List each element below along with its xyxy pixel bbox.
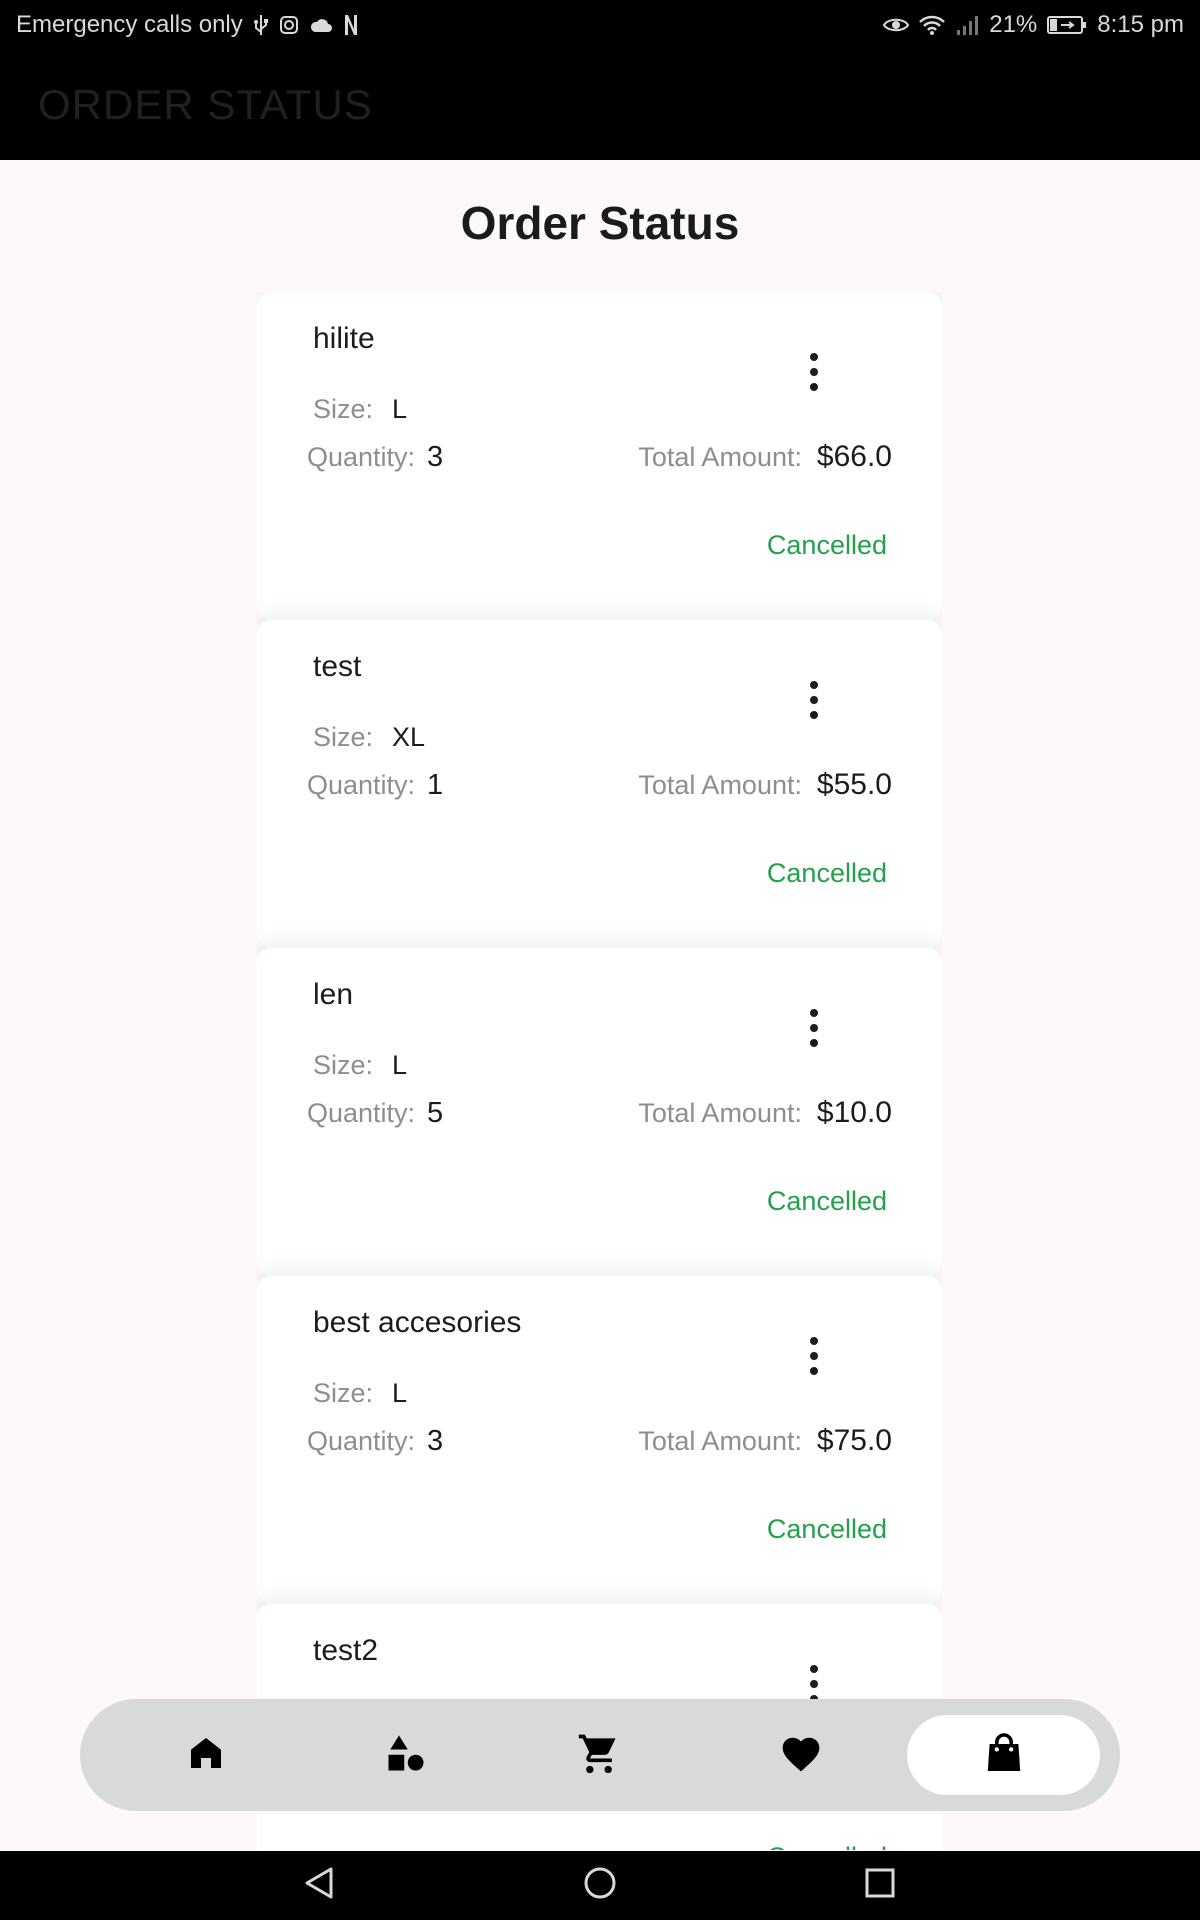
size-value: L (392, 1378, 408, 1408)
total-amount-value: $55.0 (816, 768, 892, 801)
order-status: Cancelled (767, 1842, 887, 1850)
page-title: Order Status (460, 197, 740, 249)
size-label: Size: (313, 1378, 374, 1408)
nav-cart[interactable] (529, 1699, 669, 1811)
order-card[interactable]: test Size: XL Quantity: 1 Total Amount: … (257, 620, 942, 948)
carrier-text: Emergency calls only (16, 11, 243, 38)
battery-icon (1047, 15, 1087, 35)
size-label: Size: (313, 722, 374, 752)
eye-icon (883, 16, 910, 34)
order-name: len (313, 978, 354, 1011)
recents-square-icon (864, 1867, 896, 1904)
quantity-label: Quantity: (307, 770, 416, 800)
order-name: test2 (313, 1634, 379, 1667)
cart-icon (577, 1731, 621, 1780)
quantity-label: Quantity: (307, 442, 416, 472)
wifi-icon (919, 15, 946, 35)
more-vertical-icon[interactable] (802, 1008, 826, 1048)
quantity-value: 3 (427, 1425, 444, 1457)
battery-percent: 21% (989, 11, 1038, 38)
back-triangle-icon (303, 1866, 337, 1905)
quantity-value: 5 (427, 1097, 444, 1129)
nav-orders[interactable] (907, 1715, 1100, 1795)
status-bar: Emergency calls only 21% 8:15 pm (0, 0, 1200, 50)
category-icon (385, 1732, 427, 1779)
instagram-icon (279, 15, 299, 35)
order-card[interactable]: len Size: L Quantity: 5 Total Amount: $1… (257, 948, 942, 1276)
size-value: L (392, 394, 408, 424)
order-name: test (313, 650, 362, 683)
total-amount-value: $75.0 (816, 1424, 892, 1457)
bottom-nav (80, 1699, 1120, 1811)
order-status: Cancelled (766, 1186, 887, 1216)
order-status: Cancelled (766, 1514, 887, 1544)
size-value: L (392, 1050, 408, 1080)
quantity-label: Quantity: (307, 1098, 416, 1128)
quantity-value: 3 (427, 441, 444, 473)
signal-icon (955, 14, 979, 36)
netflix-icon (343, 14, 359, 36)
total-amount-label: Total Amount: (638, 770, 802, 800)
order-name: hilite (313, 322, 375, 355)
cloud-icon (309, 17, 333, 33)
order-card[interactable]: hilite Size: L Quantity: 3 Total Amount:… (257, 292, 942, 620)
app-bar: ORDER STATUS (0, 50, 1200, 160)
total-amount-value: $66.0 (816, 440, 892, 473)
order-card[interactable]: best accesories Size: L Quantity: 3 Tota… (257, 1276, 942, 1604)
home-circle-icon (583, 1866, 617, 1905)
system-nav-bar (0, 1851, 1200, 1920)
more-vertical-icon[interactable] (802, 1664, 826, 1704)
heart-icon (779, 1732, 823, 1779)
status-bar-right: 21% 8:15 pm (883, 11, 1184, 39)
size-label: Size: (313, 1050, 374, 1080)
home-icon (186, 1733, 226, 1778)
order-status: Cancelled (766, 858, 887, 888)
app-bar-title: ORDER STATUS (38, 81, 373, 128)
more-vertical-icon[interactable] (802, 352, 826, 392)
order-list[interactable]: hilite Size: L Quantity: 3 Total Amount:… (257, 292, 942, 1850)
order-name: best accesories (313, 1306, 522, 1339)
recents-button[interactable] (840, 1851, 920, 1920)
quantity-value: 1 (427, 769, 444, 801)
clock-time: 8:15 pm (1097, 11, 1184, 38)
home-button[interactable] (560, 1851, 640, 1920)
nav-favorites[interactable] (731, 1699, 871, 1811)
back-button[interactable] (280, 1851, 360, 1920)
nav-home[interactable] (136, 1699, 276, 1811)
usb-icon (253, 14, 269, 36)
total-amount-label: Total Amount: (638, 1426, 802, 1456)
more-vertical-icon[interactable] (802, 680, 826, 720)
total-amount-value: $10.0 (816, 1096, 892, 1129)
order-status: Cancelled (766, 530, 887, 560)
total-amount-label: Total Amount: (638, 1098, 802, 1128)
size-value: XL (392, 722, 426, 752)
more-vertical-icon[interactable] (802, 1336, 826, 1376)
quantity-label: Quantity: (307, 1426, 416, 1456)
size-label: Size: (313, 394, 374, 424)
nav-categories[interactable] (336, 1699, 476, 1811)
total-amount-label: Total Amount: (638, 442, 802, 472)
shopping-bag-icon (986, 1732, 1022, 1778)
status-bar-left: Emergency calls only (16, 11, 359, 39)
